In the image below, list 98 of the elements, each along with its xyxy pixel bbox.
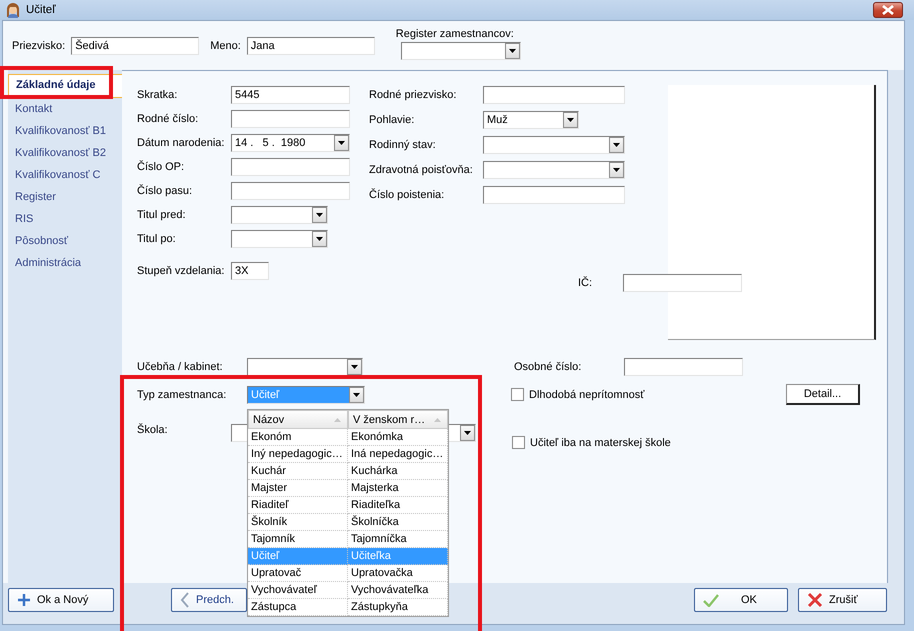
text-field[interactable] — [231, 182, 350, 200]
caret-icon — [464, 431, 471, 435]
date-field[interactable]: 14 . 5 . 1980 — [231, 134, 350, 152]
sidebar-item[interactable]: Administrácia — [8, 252, 122, 274]
list-row[interactable]: Zástupca Zástupkyňa — [248, 599, 448, 616]
checkbox-label: Učiteľ iba na materskej škole — [530, 436, 671, 448]
person-icon — [5, 2, 21, 18]
sidebar-item[interactable]: Kvalifikovanosť B1 — [8, 120, 122, 142]
field-label: Titul po: — [137, 233, 177, 245]
dialog-button[interactable]: Predch. — [171, 588, 247, 612]
dropdown-arrow-button[interactable] — [312, 207, 327, 223]
field-label: Rodné číslo: — [137, 113, 200, 125]
field-label: Rodinný stav: — [369, 139, 437, 151]
sidebar-item[interactable]: Kvalifikovanosť C — [8, 164, 122, 186]
field-label: Učebňa / kabinet: — [137, 361, 224, 373]
caret-icon — [338, 141, 345, 145]
field-label: Zdravotná poisťovňa: — [369, 164, 474, 176]
field-label: IČ: — [578, 277, 594, 289]
caret-icon — [508, 48, 516, 52]
list-row[interactable]: Kuchár Kuchárka — [248, 463, 448, 480]
dropdown-arrow-button[interactable] — [312, 231, 327, 247]
sort-icon — [334, 418, 341, 422]
dropdown-arrow-button[interactable] — [609, 137, 624, 153]
plus-icon — [17, 593, 31, 607]
sidebar-item[interactable]: RIS — [8, 208, 122, 230]
text-field[interactable] — [623, 274, 742, 292]
dropdown-arrow-button[interactable] — [460, 425, 475, 441]
sidebar-item[interactable]: Register — [8, 186, 122, 208]
list-row[interactable]: Školník Školníčka — [248, 514, 448, 531]
text-field[interactable] — [483, 186, 625, 204]
checkbox[interactable] — [512, 436, 525, 449]
close-button[interactable] — [873, 2, 903, 18]
checkbox[interactable] — [511, 388, 524, 401]
text-field[interactable]: 5445 — [231, 86, 350, 104]
list-row[interactable]: Ekonóm Ekonómka — [248, 429, 448, 446]
name-field[interactable]: Šedivá — [71, 36, 200, 54]
dropdown-field[interactable] — [247, 358, 363, 376]
caret-icon — [316, 213, 323, 217]
dropdown-arrow-button[interactable] — [347, 359, 362, 375]
dropdown-arrow-button[interactable] — [334, 135, 349, 151]
checkbox-label: Dlhodobá neprítomnosť — [529, 388, 644, 400]
dropdown-arrow-button[interactable] — [349, 386, 364, 402]
dropdown-arrow-button[interactable] — [504, 42, 520, 58]
dropdown-field[interactable] — [483, 161, 625, 179]
sidebar-item[interactable]: Kontakt — [8, 98, 122, 120]
field-label: Rodné priezvisko: — [369, 89, 458, 101]
dropdown-arrow-button[interactable] — [609, 162, 624, 178]
caret-icon — [613, 168, 620, 172]
dropdown-field[interactable] — [231, 230, 328, 248]
dropdown-arrow-button[interactable] — [563, 112, 578, 128]
field-label: Číslo pasu: — [137, 185, 194, 197]
chevron-left-icon — [180, 592, 190, 608]
list-row[interactable]: Upratovač Upratovačka — [248, 565, 448, 582]
field-label: Osobné číslo: — [514, 361, 582, 373]
dialog-button[interactable]: OK — [694, 588, 788, 612]
sidebar-item[interactable]: Pôsobnosť — [8, 230, 122, 252]
column-header[interactable]: Názov — [248, 410, 348, 429]
field-label: Číslo OP: — [137, 161, 186, 173]
text-field[interactable] — [231, 158, 350, 176]
caret-icon — [353, 392, 360, 396]
caret-icon — [351, 365, 358, 369]
dialog-button[interactable]: Zrušiť — [798, 588, 887, 612]
field-label: Titul pred: — [137, 209, 187, 221]
text-field[interactable] — [231, 110, 350, 128]
caret-icon — [613, 143, 620, 147]
dropdown-field[interactable] — [483, 136, 625, 154]
text-field[interactable] — [624, 358, 743, 376]
field-label: Meno: — [210, 40, 241, 52]
field-label: Typ zamestnanca: — [137, 388, 228, 400]
list-row[interactable]: Riaditeľ Riaditeľka — [248, 497, 448, 514]
text-field[interactable]: 3X — [231, 262, 269, 280]
caret-icon — [567, 118, 574, 122]
cross-icon — [807, 592, 823, 608]
text-field[interactable] — [483, 86, 625, 104]
checkmark-icon — [703, 593, 719, 607]
field-label: Pohlavie: — [369, 114, 416, 126]
column-header[interactable]: V ženskom r… — [348, 410, 448, 429]
close-icon — [882, 5, 894, 15]
detail-button[interactable]: Detail... — [786, 384, 860, 405]
dialog-button[interactable]: Ok a Nový — [8, 588, 114, 612]
list-row[interactable]: Iný nepedagogic… Iná nepedagogic… — [248, 446, 448, 463]
dropdown-field[interactable] — [400, 42, 521, 60]
field-label: Dátum narodenia: — [137, 137, 226, 149]
list-row[interactable]: Vychovávateľ Vychovávateľka — [248, 582, 448, 599]
name-field[interactable]: Jana — [246, 36, 375, 54]
sort-icon — [434, 418, 441, 422]
dropdown-field[interactable] — [231, 206, 328, 224]
sidebar-item[interactable]: Kvalifikovanosť B2 — [8, 142, 122, 164]
dropdown-field[interactable]: Muž — [483, 111, 579, 129]
window-title: Učiteľ — [26, 4, 56, 16]
list-row[interactable]: Majster Majsterka — [248, 480, 448, 497]
field-label: Číslo poistenia: — [369, 189, 446, 201]
field-label: Priezvisko: — [12, 40, 66, 52]
field-label: Stupeň vzdelania: — [137, 265, 226, 277]
field-label: Register zamestnancov: — [396, 28, 515, 40]
field-label: Skratka: — [137, 89, 178, 101]
field-label: Škola: — [137, 424, 169, 436]
caret-icon — [316, 237, 323, 241]
